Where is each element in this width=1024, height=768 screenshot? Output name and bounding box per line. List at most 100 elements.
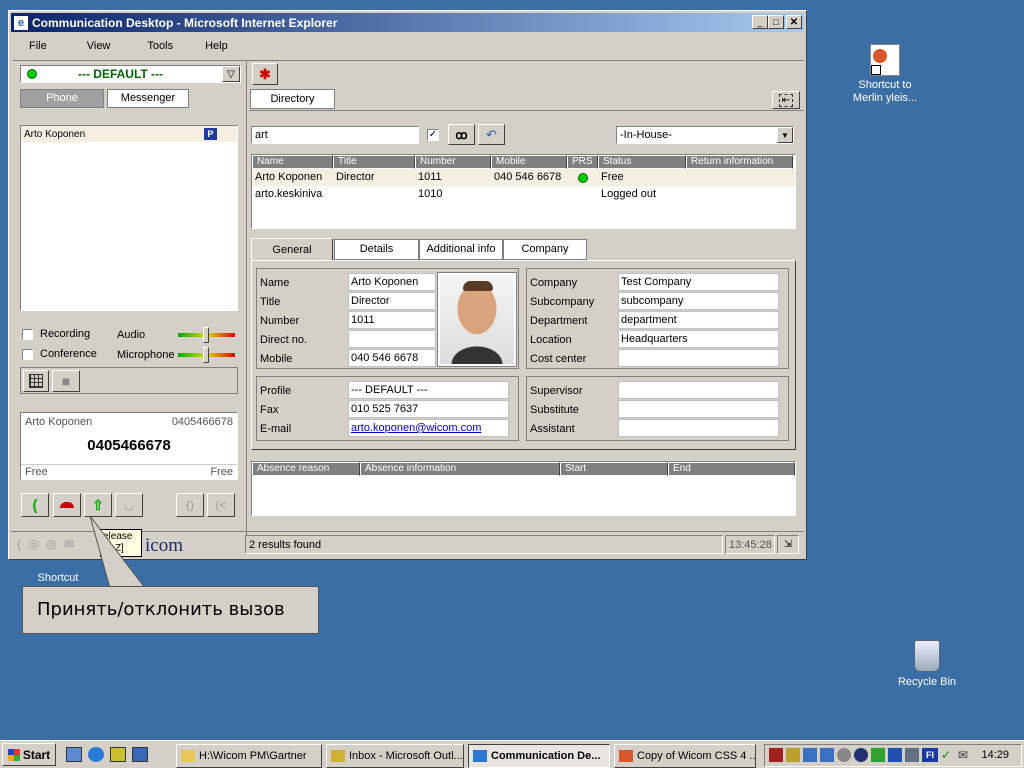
presence-green-icon: [577, 172, 588, 183]
recording-checkbox[interactable]: [22, 328, 33, 340]
col-header-absence-info[interactable]: Absence information: [360, 462, 560, 476]
tab-directory[interactable]: Directory: [250, 89, 335, 109]
col-header-prs[interactable]: PRS: [567, 155, 598, 169]
menu-help[interactable]: Help: [190, 37, 245, 57]
substitute-field[interactable]: [618, 400, 779, 418]
profile-field[interactable]: --- DEFAULT ---: [348, 381, 509, 399]
location-field[interactable]: Headquarters: [618, 330, 779, 348]
supervisor-field[interactable]: [618, 381, 779, 399]
dialpad-button[interactable]: [23, 370, 49, 392]
tab-messenger[interactable]: Messenger: [107, 89, 189, 108]
microphone-slider-thumb[interactable]: [203, 347, 209, 363]
powerpoint-shortcut-icon: ↗: [870, 44, 900, 76]
email-link[interactable]: arto.koponen@wicom.com: [348, 419, 509, 437]
app-quicklaunch-icon[interactable]: [110, 747, 126, 762]
exit-running-man-icon[interactable]: ✱: [252, 63, 278, 85]
dock-toggle-button[interactable]: ⇤: [772, 91, 800, 109]
number-field[interactable]: 1011: [348, 311, 436, 329]
maximize-button[interactable]: □: [768, 15, 784, 29]
fax-field[interactable]: 010 525 7637: [348, 400, 509, 418]
tray-moon-icon[interactable]: [854, 748, 868, 762]
show-desktop-icon[interactable]: [66, 747, 82, 762]
menu-file[interactable]: File: [11, 37, 64, 57]
filter-select[interactable]: -In-House- ▼: [616, 126, 794, 144]
transfer-button[interactable]: ⇧: [84, 493, 112, 517]
search-button[interactable]: ꝏ: [448, 124, 475, 145]
audio-slider-thumb[interactable]: [203, 327, 209, 343]
app2-quicklaunch-icon[interactable]: [132, 747, 148, 762]
tray-wicom-icon[interactable]: [871, 748, 885, 762]
assistant-field[interactable]: [618, 419, 779, 437]
col-header-return[interactable]: Return information: [686, 155, 793, 169]
col-header-absence-reason[interactable]: Absence reason: [252, 462, 360, 476]
direct-field[interactable]: [348, 330, 436, 348]
col-header-mobile[interactable]: Mobile: [491, 155, 567, 169]
minimize-button[interactable]: _: [752, 15, 768, 29]
search-input[interactable]: art: [251, 126, 419, 144]
start-button[interactable]: Start: [2, 743, 56, 766]
list-item[interactable]: Arto Koponen P: [21, 126, 237, 142]
cost-center-field[interactable]: [618, 349, 779, 367]
tray-filter-icon[interactable]: [888, 748, 902, 762]
close-button[interactable]: ✕: [786, 15, 802, 29]
tray-speaker-icon[interactable]: [786, 748, 800, 762]
col-header-title[interactable]: Title: [333, 155, 415, 169]
contact-photo: [437, 272, 517, 367]
col-header-name[interactable]: Name: [252, 155, 333, 169]
conference-checkbox[interactable]: [22, 348, 33, 360]
tray-tool-icon[interactable]: [905, 748, 919, 762]
pickup-button[interactable]: (<: [207, 493, 235, 517]
tray-check-icon[interactable]: ✓: [941, 748, 955, 762]
table-row[interactable]: Arto Koponen Director 1011 040 546 6678 …: [252, 169, 795, 186]
microphone-slider[interactable]: [178, 347, 235, 363]
answer-call-button[interactable]: (: [21, 493, 49, 517]
name-field[interactable]: Arto Koponen: [348, 273, 436, 291]
task-inbox[interactable]: Inbox - Microsoft Outl...: [326, 744, 464, 768]
audio-slider[interactable]: [178, 327, 235, 343]
tab-general[interactable]: General: [251, 238, 333, 261]
profile-dropdown-icon[interactable]: ▽: [222, 66, 240, 82]
ie-logo-icon: e: [14, 15, 28, 30]
tray-mail-icon[interactable]: ✉: [958, 748, 972, 762]
resize-grip-icon[interactable]: ⇲: [777, 535, 799, 554]
park-button[interactable]: (): [176, 493, 204, 517]
col-header-number[interactable]: Number: [415, 155, 491, 169]
col-header-end[interactable]: End: [668, 462, 795, 476]
table-row[interactable]: arto.keskiniva 1010 Logged out: [252, 186, 795, 202]
filter-dropdown-icon[interactable]: ▼: [777, 127, 793, 143]
title-field[interactable]: Director: [348, 292, 436, 310]
tray-clock-icon[interactable]: [837, 748, 851, 762]
menu-tools[interactable]: Tools: [127, 37, 190, 57]
company-field[interactable]: Test Company: [618, 273, 779, 291]
menu-view[interactable]: View: [64, 37, 128, 57]
tab-additional-info[interactable]: Additional info: [419, 239, 503, 260]
title-bar[interactable]: e Communication Desktop - Microsoft Inte…: [11, 13, 804, 32]
profile-select[interactable]: --- DEFAULT --- ▽: [20, 65, 241, 83]
task-communication-desktop[interactable]: Communication De...: [468, 744, 610, 768]
tray-language-badge[interactable]: FI: [922, 748, 938, 762]
task-copy-wicom[interactable]: Copy of Wicom CSS 4 ...: [614, 744, 756, 768]
hold-button[interactable]: ◡: [115, 493, 143, 517]
col-header-start[interactable]: Start: [560, 462, 668, 476]
tab-phone[interactable]: Phone: [20, 89, 104, 108]
clear-search-button[interactable]: ↶: [478, 124, 505, 145]
video-button[interactable]: ■: [52, 370, 80, 392]
mobile-field[interactable]: 040 546 6678: [348, 349, 436, 367]
taskbar-clock[interactable]: 14:29: [981, 749, 1009, 761]
task-label: H:\Wicom PM\Gartner: [199, 750, 307, 762]
department-field[interactable]: department: [618, 311, 779, 329]
ie-quicklaunch-icon[interactable]: [88, 747, 104, 762]
search-checkbox[interactable]: ✓: [427, 129, 439, 141]
tray-network-icon[interactable]: [803, 748, 817, 762]
tab-details[interactable]: Details: [334, 239, 419, 260]
tab-company[interactable]: Company: [503, 239, 587, 260]
task-gartner[interactable]: H:\Wicom PM\Gartner: [176, 744, 322, 768]
desktop-shortcut-merlin[interactable]: ↗ Shortcut to Merlin yleis...: [850, 44, 920, 105]
tray-shield-icon[interactable]: [769, 748, 783, 762]
hangup-button[interactable]: [53, 493, 81, 517]
status-message-text: 2 results found: [249, 539, 322, 551]
col-header-status[interactable]: Status: [598, 155, 686, 169]
desktop-recycle-bin[interactable]: Recycle Bin: [895, 640, 959, 688]
subcompany-field[interactable]: subcompany: [618, 292, 779, 310]
tray-network2-icon[interactable]: [820, 748, 834, 762]
